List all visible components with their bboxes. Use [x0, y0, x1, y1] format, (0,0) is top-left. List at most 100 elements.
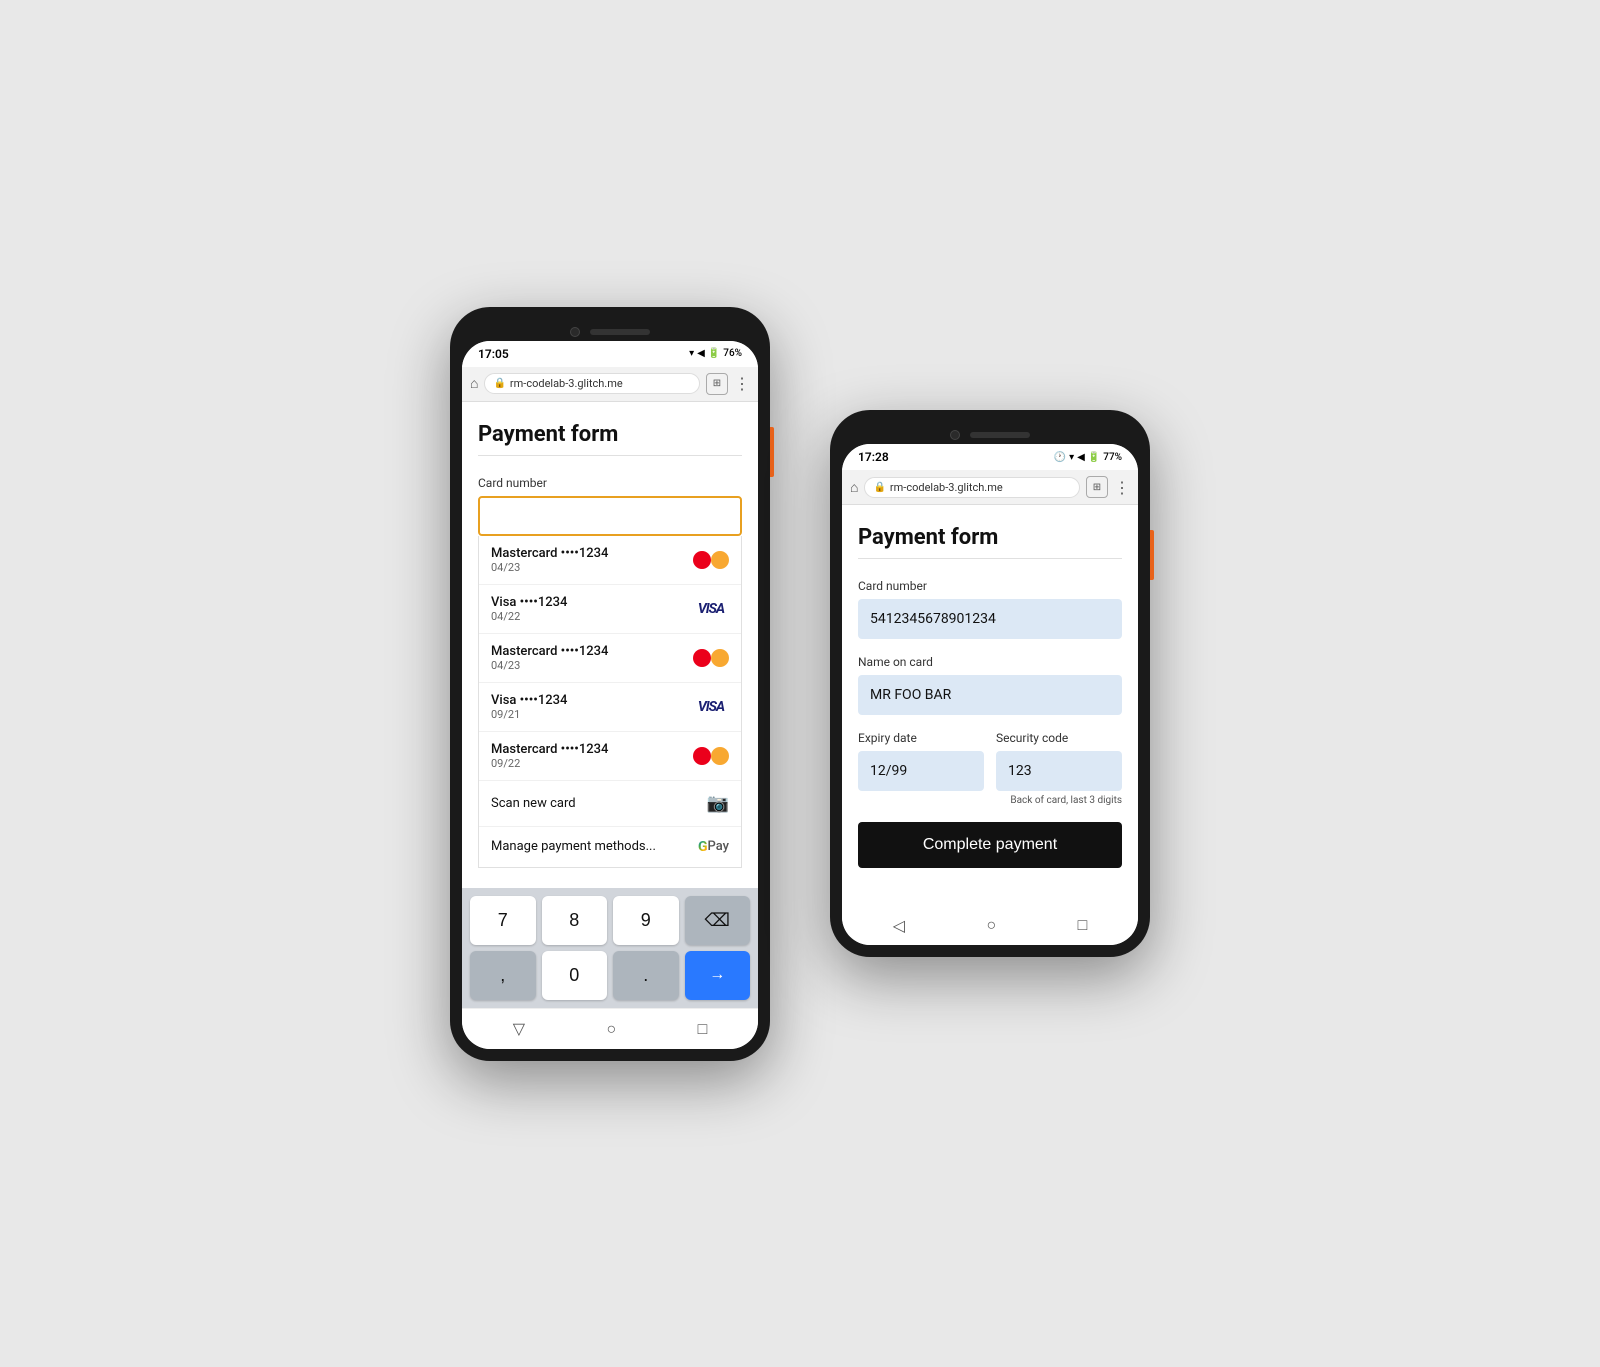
scan-new-card-item[interactable]: Scan new card 📷	[479, 781, 741, 827]
manage-payment-label: Manage payment methods...	[491, 839, 698, 854]
left-page-content: Payment form Card number Mastercard ••••…	[462, 402, 758, 888]
card-number-label-right: Card number	[858, 579, 1122, 593]
card-expiry-3: 04/23	[491, 659, 693, 672]
back-nav-icon[interactable]: ▽	[513, 1019, 525, 1038]
left-phone-wrapper: 17:05 ▾ ◀ 🔋 76% ⌂ 🔒 rm-codelab-3.glitch.…	[450, 307, 770, 1061]
expiry-security-row: Expiry date 12/99 Security code 123	[858, 731, 1122, 791]
battery-text: 76%	[723, 348, 742, 359]
volume-button-right	[1150, 530, 1154, 580]
status-bar-left: 17:05 ▾ ◀ 🔋 76%	[462, 341, 758, 367]
lock-icon-right: 🔒	[873, 482, 885, 493]
url-box-right[interactable]: 🔒 rm-codelab-3.glitch.me	[864, 477, 1080, 498]
card-name-3: Mastercard ••••1234	[491, 644, 693, 659]
key-7[interactable]: 7	[470, 896, 536, 945]
signal-icon-right: ◀	[1077, 452, 1085, 463]
left-phone: 17:05 ▾ ◀ 🔋 76% ⌂ 🔒 rm-codelab-3.glitch.…	[450, 307, 770, 1061]
card-name-5: Mastercard ••••1234	[491, 742, 693, 757]
url-text-right: rm-codelab-3.glitch.me	[890, 481, 1003, 494]
bottom-nav-left: ▽ ○ □	[462, 1008, 758, 1049]
phone-top-bar-right	[842, 422, 1138, 444]
battery-icon: 🔋	[708, 348, 720, 359]
security-field-right[interactable]: 123	[996, 751, 1122, 791]
tab-icon-right[interactable]: ⊞	[1086, 476, 1108, 498]
keyboard-row-2: , 0 . →	[470, 951, 750, 1000]
status-time-left: 17:05	[478, 347, 509, 361]
status-icons-left: ▾ ◀ 🔋 76%	[689, 348, 742, 359]
card-info-5: Mastercard ••••1234 09/22	[491, 742, 693, 770]
browser-bar-right[interactable]: ⌂ 🔒 rm-codelab-3.glitch.me ⊞ ⋮	[842, 470, 1138, 505]
card-info-2: Visa ••••1234 04/22	[491, 595, 693, 623]
menu-dots-right[interactable]: ⋮	[1114, 478, 1130, 497]
security-col: Security code 123	[996, 731, 1122, 791]
key-next[interactable]: →	[685, 951, 751, 1000]
tab-icon-left[interactable]: ⊞	[706, 373, 728, 395]
card-expiry-5: 09/22	[491, 757, 693, 770]
left-phone-screen: 17:05 ▾ ◀ 🔋 76% ⌂ 🔒 rm-codelab-3.glitch.…	[462, 341, 758, 1049]
title-divider-right	[858, 558, 1122, 559]
card-info-4: Visa ••••1234 09/21	[491, 693, 693, 721]
mastercard-logo-3	[693, 647, 729, 669]
wifi-icon-right: ▾	[1069, 452, 1074, 463]
speaker	[590, 329, 650, 335]
browser-actions-left: ⊞ ⋮	[706, 373, 750, 395]
key-0[interactable]: 0	[542, 951, 608, 1000]
key-backspace[interactable]: ⌫	[685, 896, 751, 945]
right-phone: 17:28 🕐 ▾ ◀ 🔋 77% ⌂ 🔒 rm-codelab-3.glitc…	[830, 410, 1150, 957]
expiry-label-right: Expiry date	[858, 731, 984, 745]
home-icon-right[interactable]: ⌂	[850, 479, 858, 496]
key-9[interactable]: 9	[613, 896, 679, 945]
url-box-left[interactable]: 🔒 rm-codelab-3.glitch.me	[484, 373, 700, 394]
card-item-3[interactable]: Mastercard ••••1234 04/23	[479, 634, 741, 683]
manage-payment-item[interactable]: Manage payment methods... G Pay	[479, 827, 741, 867]
home-icon[interactable]: ⌂	[470, 375, 478, 392]
url-text-left: rm-codelab-3.glitch.me	[510, 377, 623, 390]
name-field-right[interactable]: MR FOO BAR	[858, 675, 1122, 715]
numeric-keyboard: 7 8 9 ⌫ , 0 . →	[462, 888, 758, 1008]
right-phone-wrapper: 17:28 🕐 ▾ ◀ 🔋 77% ⌂ 🔒 rm-codelab-3.glitc…	[830, 410, 1150, 957]
card-number-label-left: Card number	[478, 476, 742, 490]
recent-nav-icon-right[interactable]: □	[1078, 915, 1088, 935]
card-expiry-2: 04/22	[491, 610, 693, 623]
card-item-4[interactable]: Visa ••••1234 09/21 VISA	[479, 683, 741, 732]
keyboard-row-1: 7 8 9 ⌫	[470, 896, 750, 945]
front-camera	[570, 327, 580, 337]
menu-dots-left[interactable]: ⋮	[734, 374, 750, 393]
home-nav-icon[interactable]: ○	[606, 1019, 616, 1039]
recent-nav-icon[interactable]: □	[698, 1019, 708, 1039]
card-name-2: Visa ••••1234	[491, 595, 693, 610]
scan-new-card-label: Scan new card	[491, 796, 707, 811]
right-phone-screen: 17:28 🕐 ▾ ◀ 🔋 77% ⌂ 🔒 rm-codelab-3.glitc…	[842, 444, 1138, 945]
security-hint-text: Back of card, last 3 digits	[858, 795, 1122, 806]
browser-bar-left[interactable]: ⌂ 🔒 rm-codelab-3.glitch.me ⊞ ⋮	[462, 367, 758, 402]
clock-icon-right: 🕐	[1054, 452, 1066, 463]
battery-text-right: 77%	[1103, 452, 1122, 463]
key-comma[interactable]: ,	[470, 951, 536, 1000]
visa-logo-4: VISA	[693, 696, 729, 718]
card-number-input-left[interactable]	[478, 496, 742, 536]
card-item-1[interactable]: Mastercard ••••1234 04/23	[479, 536, 741, 585]
complete-payment-button[interactable]: Complete payment	[858, 822, 1122, 868]
name-label-right: Name on card	[858, 655, 1122, 669]
mastercard-logo-1	[693, 549, 729, 571]
visa-logo-2: VISA	[693, 598, 729, 620]
browser-actions-right: ⊞ ⋮	[1086, 476, 1130, 498]
volume-button	[770, 427, 774, 477]
right-page-content: Payment form Card number 541234567890123…	[842, 505, 1138, 905]
back-nav-icon-right[interactable]: ◁	[893, 916, 905, 935]
card-expiry-4: 09/21	[491, 708, 693, 721]
gpay-logo: G Pay	[698, 839, 729, 855]
phone-top-bar	[462, 319, 758, 341]
card-expiry-1: 04/23	[491, 561, 693, 574]
expiry-field-right[interactable]: 12/99	[858, 751, 984, 791]
card-number-field-right[interactable]: 5412345678901234	[858, 599, 1122, 639]
key-8[interactable]: 8	[542, 896, 608, 945]
card-item-5[interactable]: Mastercard ••••1234 09/22	[479, 732, 741, 781]
home-nav-icon-right[interactable]: ○	[986, 915, 996, 935]
front-camera-right	[950, 430, 960, 440]
card-item-2[interactable]: Visa ••••1234 04/22 VISA	[479, 585, 741, 634]
bottom-nav-right: ◁ ○ □	[842, 905, 1138, 945]
status-icons-right: 🕐 ▾ ◀ 🔋 77%	[1054, 452, 1122, 463]
key-period[interactable]: .	[613, 951, 679, 1000]
battery-icon-right: 🔋	[1088, 452, 1100, 463]
title-divider-left	[478, 455, 742, 456]
